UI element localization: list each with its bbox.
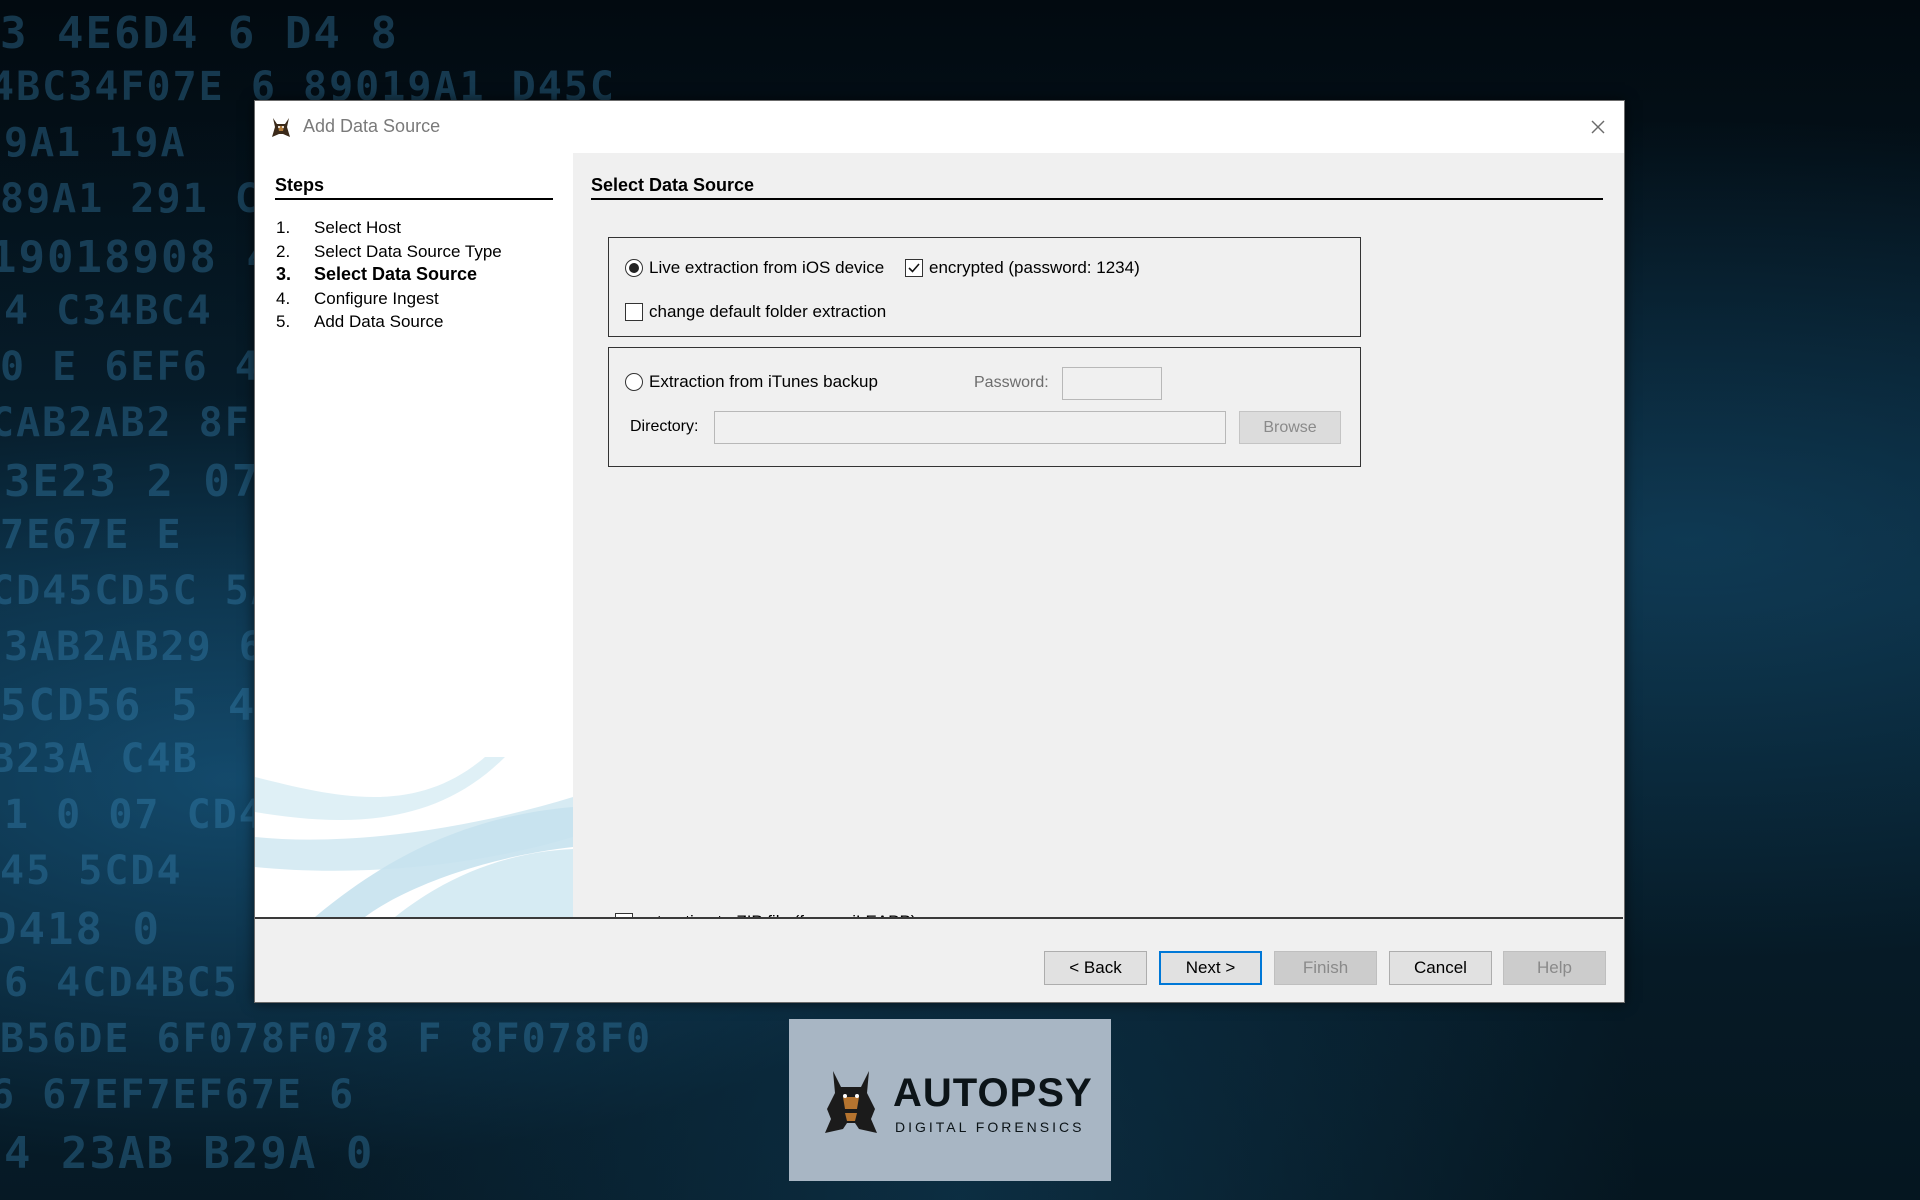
change-folder-checkbox[interactable] <box>625 303 643 321</box>
add-data-source-dialog: Add Data Source Steps 1. Select Host 2. Se… <box>254 100 1625 1003</box>
logo-tagline: DIGITAL FORENSICS <box>895 1119 1085 1135</box>
title-bar: Add Data Source <box>255 101 1624 153</box>
radio-selected-dot <box>629 263 639 273</box>
encrypted-checkbox[interactable] <box>905 259 923 277</box>
close-button[interactable] <box>1582 111 1614 143</box>
steps-heading: Steps <box>275 175 553 200</box>
dialog-title: Add Data Source <box>303 116 441 136</box>
logo-wordmark: AUTOPSY <box>893 1071 1093 1115</box>
background-code-row: 4 C34BC4 <box>4 288 213 334</box>
background-code-row: 4 23AB B29A 0 <box>4 1128 375 1179</box>
step-item: 4. Configure Ingest <box>276 287 502 311</box>
step-label: Select Data Source Type <box>314 241 502 261</box>
background-code-row: 3E23 2 07 <box>4 456 261 507</box>
itunes-backup-group: Extraction from iTunes backup Password: … <box>608 347 1361 467</box>
encrypted-row: encrypted (password: 1234) <box>905 258 1140 278</box>
background-code-row: B56DE 6F078F078 F 8F078F0 <box>0 1016 653 1062</box>
itunes-row: Extraction from iTunes backup <box>625 372 878 392</box>
live-extraction-group: Live extraction from iOS device encrypte… <box>608 237 1361 337</box>
change-folder-label: change default folder extraction <box>649 302 887 321</box>
step-item-active: 3. Select Data Source <box>276 263 502 287</box>
step-label: Select Host <box>314 218 401 237</box>
dialog-footer: < Back Next > Finish Cancel Help <box>255 919 1623 1001</box>
live-extraction-row: Live extraction from iOS device <box>625 258 884 278</box>
itunes-radio[interactable] <box>625 373 643 391</box>
step-label: Add Data Source <box>314 312 444 331</box>
steps-list: 1. Select Host 2. Select Data Source Type … <box>276 216 502 334</box>
step-label: Configure Ingest <box>314 288 439 308</box>
background-code-row: 6 67EF7EF67E 6 <box>0 1072 356 1118</box>
checkmark-icon <box>908 263 920 273</box>
background-code-row: 7E67E E <box>0 512 183 558</box>
autopsy-dog-icon <box>272 118 290 137</box>
finish-button[interactable]: Finish <box>1274 951 1377 985</box>
background-code-row: B23A C4B <box>0 736 199 782</box>
select-data-source-panel: Select Data Source Live extraction from … <box>573 153 1623 931</box>
close-icon <box>1591 120 1605 134</box>
panel-heading: Select Data Source <box>591 175 1603 200</box>
itunes-label: Extraction from iTunes backup <box>649 372 878 391</box>
step-item: 1. Select Host <box>276 216 502 240</box>
decorative-swoosh <box>255 757 573 917</box>
autopsy-logo: AUTOPSY DIGITAL FORENSICS <box>789 1019 1111 1181</box>
browse-button[interactable]: Browse <box>1239 411 1341 444</box>
password-label: Password: <box>974 374 1049 391</box>
background-code-row: 45 5CD4 <box>0 848 183 894</box>
step-item: 2. Select Data Source Type <box>276 240 502 264</box>
help-button[interactable]: Help <box>1503 951 1606 985</box>
background-code-row: CAB2AB2 8F <box>0 400 251 446</box>
next-button[interactable]: Next > <box>1159 951 1262 985</box>
change-folder-row: change default folder extraction <box>625 302 886 322</box>
live-extraction-radio[interactable] <box>625 259 643 277</box>
directory-label: Directory: <box>630 418 699 435</box>
steps-pane: Steps 1. Select Host 2. Select Data Source… <box>255 153 573 917</box>
live-extraction-label: Live extraction from iOS device <box>649 258 885 277</box>
directory-field[interactable] <box>714 411 1226 444</box>
doberman-logo-icon <box>825 1071 877 1133</box>
encrypted-label: encrypted (password: 1234) <box>929 258 1140 277</box>
step-item: 5. Add Data Source <box>276 310 502 334</box>
password-field[interactable] <box>1062 367 1162 400</box>
back-button[interactable]: < Back <box>1044 951 1147 985</box>
background-code-row: 5CD56 5 4 <box>0 680 257 731</box>
background-code-row: CD45CD5C 5A <box>0 568 277 614</box>
background-code-row: 3 4E6D4 6 D4 8 <box>0 8 399 59</box>
cancel-button[interactable]: Cancel <box>1389 951 1492 985</box>
step-label: Select Data Source <box>314 264 478 284</box>
background-code-row: 9A1 19A <box>4 120 187 166</box>
background-code-row: D418 0 <box>0 904 161 955</box>
